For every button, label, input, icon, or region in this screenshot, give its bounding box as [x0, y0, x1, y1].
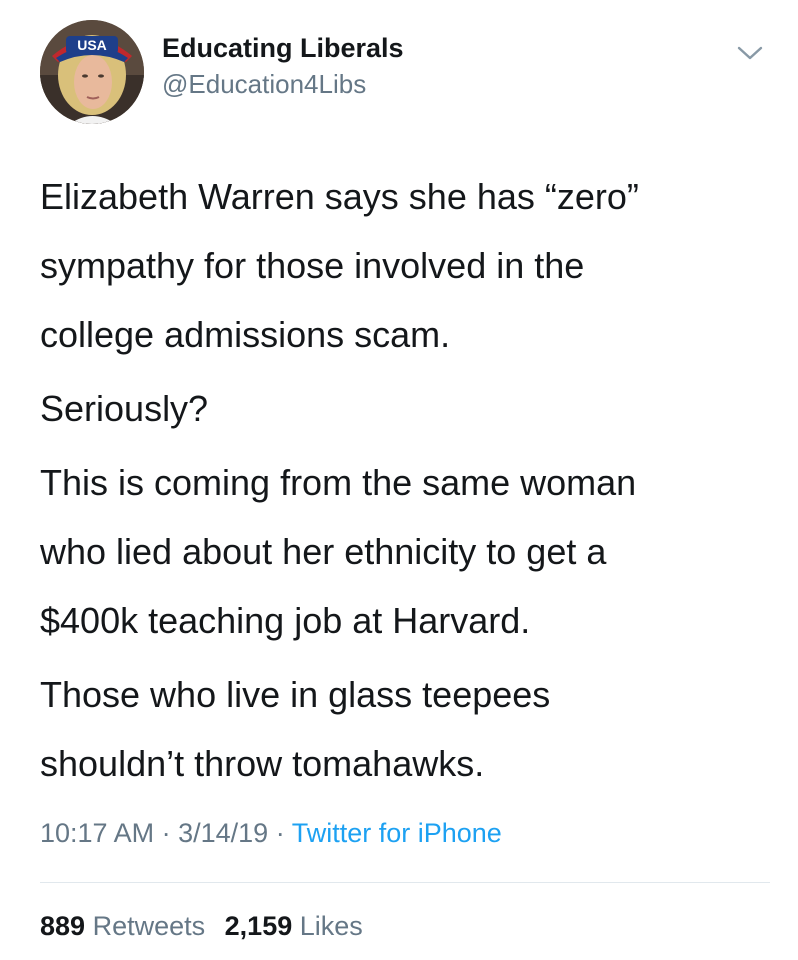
tweet-header: USA Educating Liberals @Education4Libs	[0, 0, 798, 140]
chevron-down-icon[interactable]	[736, 42, 764, 64]
tweet-date[interactable]: 3/14/19	[178, 818, 268, 848]
tweet-stats: 889 Retweets 2,159 Likes	[40, 908, 363, 944]
tweet-text-line: Those who live in glass teepees	[40, 674, 551, 715]
tweet-paragraph: Seriously?	[40, 374, 760, 443]
tweet-text-line: $400k teaching job at Harvard.	[40, 600, 531, 641]
avatar[interactable]: USA	[40, 20, 144, 124]
likes-label: Likes	[299, 911, 363, 941]
likes-count: 2,159	[224, 911, 293, 941]
user-handle[interactable]: @Education4Libs	[162, 67, 404, 101]
tweet-text-line: This is coming from the same woman	[40, 462, 637, 503]
retweets-stat[interactable]: 889 Retweets	[40, 911, 213, 941]
avatar-cap-text: USA	[77, 37, 107, 53]
divider	[40, 882, 770, 883]
tweet-source-link[interactable]: Twitter for iPhone	[292, 818, 502, 848]
tweet-text: Elizabeth Warren says she has “zero” sym…	[40, 162, 760, 803]
author-names: Educating Liberals @Education4Libs	[162, 31, 404, 101]
tweet-meta: 10:17 AM · 3/14/19 · Twitter for iPhone	[40, 815, 502, 851]
retweets-count: 889	[40, 911, 86, 941]
tweet-text-line: Elizabeth Warren says she has “zero”	[40, 176, 639, 217]
tweet-paragraph: This is coming from the same woman who l…	[40, 448, 760, 655]
display-name[interactable]: Educating Liberals	[162, 31, 404, 65]
tweet-text-line: college admissions scam.	[40, 314, 451, 355]
avatar-image: USA	[40, 20, 144, 124]
tweet-paragraph: Those who live in glass teepees shouldn’…	[40, 660, 760, 798]
tweet-paragraph: Elizabeth Warren says she has “zero” sym…	[40, 162, 760, 369]
likes-stat[interactable]: 2,159 Likes	[225, 911, 363, 941]
tweet-text-line: shouldn’t throw tomahawks.	[40, 743, 485, 784]
meta-separator: ·	[161, 818, 171, 848]
tweet-detail: USA Educating Liberals @Education4Libs E…	[0, 0, 798, 960]
retweets-label: Retweets	[92, 911, 206, 941]
tweet-text-line: sympathy for those involved in the	[40, 245, 585, 286]
tweet-text-line: who lied about her ethnicity to get a	[40, 531, 607, 572]
tweet-text-line: Seriously?	[40, 388, 209, 429]
meta-separator: ·	[275, 818, 285, 848]
tweet-time[interactable]: 10:17 AM	[40, 818, 154, 848]
